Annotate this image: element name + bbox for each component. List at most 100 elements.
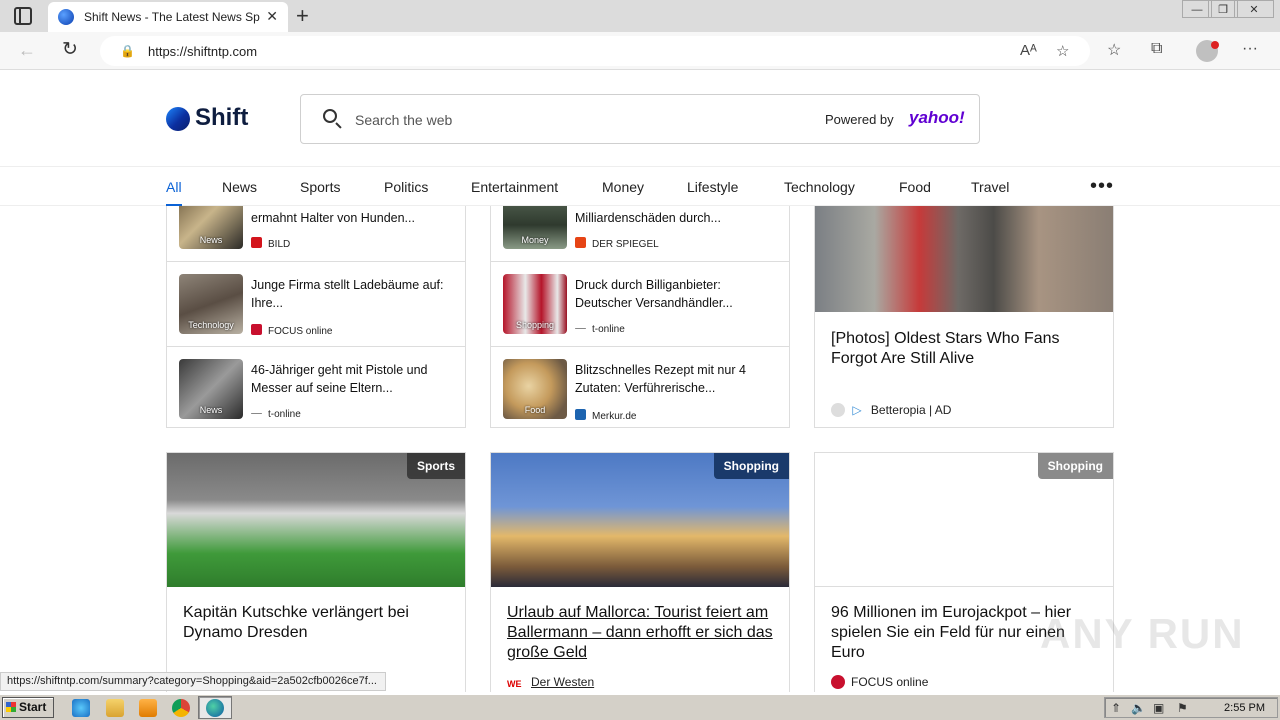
source-name: t-online	[268, 409, 301, 420]
url-text[interactable]: https://shiftntp.com	[148, 44, 257, 59]
site-favicon-icon	[58, 9, 74, 25]
nav-lifestyle[interactable]: Lifestyle	[687, 179, 738, 195]
list-item[interactable]: News ermahnt Halter von Hunden... BILD	[167, 206, 465, 262]
article-card[interactable]: Sports Kapitän Kutschke verlängert bei D…	[166, 452, 466, 692]
favorites-icon[interactable]: ☆	[1107, 40, 1121, 60]
article-title[interactable]: ermahnt Halter von Hunden...	[251, 209, 451, 227]
focus-logo-icon	[831, 675, 845, 689]
search-icon[interactable]	[323, 109, 337, 123]
address-bar: ← ↻ 🔒 https://shiftntp.com Aᴬ ☆ ☆ ⧉ ···	[0, 32, 1280, 70]
nav-politics[interactable]: Politics	[384, 179, 428, 195]
nav-travel[interactable]: Travel	[971, 179, 1009, 195]
article-thumbnail: Technology	[179, 274, 243, 334]
tab-bar: Shift News - The Latest News Spo ✕ + — ❐…	[0, 0, 1280, 32]
search-box: Powered by yahoo!	[300, 94, 980, 144]
search-input[interactable]	[355, 109, 755, 131]
edge-icon	[206, 699, 224, 717]
article-source: FOCUS online	[831, 675, 928, 689]
list-item[interactable]: Food Blitzschnelles Rezept mit nur 4 Zut…	[491, 346, 789, 431]
taskbar: Start ⇑ 🔈 ▣ ⚑ 2:55 PM	[0, 694, 1280, 720]
ad-source: ▷ Betteropia | AD	[831, 403, 951, 417]
status-bar-url: https://shiftntp.com/summary?category=Sh…	[0, 672, 386, 691]
list-item[interactable]: Shopping Druck durch Billiganbieter: Deu…	[491, 261, 789, 346]
nav-food[interactable]: Food	[899, 179, 931, 195]
article-title[interactable]: Druck durch Billiganbieter: Deutscher Ve…	[575, 276, 775, 312]
ad-title[interactable]: [Photos] Oldest Stars Who Fans Forgot Ar…	[831, 329, 1091, 369]
nav-news[interactable]: News	[222, 179, 257, 195]
list-item[interactable]: Technology Junge Firma stellt Ladebäume …	[167, 261, 465, 346]
list-item[interactable]: News 46-Jähriger geht mit Pistole und Me…	[167, 346, 465, 431]
media-player-icon[interactable]	[139, 699, 157, 717]
watermark: ANY RUN	[1040, 610, 1245, 657]
news-list-card: Money Milliardenschäden durch... DER SPI…	[490, 206, 790, 428]
adchoices-icon[interactable]: ▷	[852, 403, 861, 417]
spiegel-logo-icon	[575, 237, 586, 248]
nav-sports[interactable]: Sports	[300, 179, 340, 195]
close-tab-icon[interactable]: ✕	[266, 8, 278, 25]
refresh-icon[interactable]: ↻	[62, 38, 78, 61]
source-name: Merkur.de	[592, 411, 637, 422]
article-title[interactable]: Urlaub auf Mallorca: Tourist feiert am B…	[507, 603, 777, 663]
article-source: WE Der Westen	[507, 675, 594, 690]
article-source: DER SPIEGEL	[575, 237, 659, 250]
read-aloud-icon[interactable]: Aᴬ	[1020, 42, 1037, 59]
edge-taskbar-button[interactable]	[198, 696, 232, 719]
article-thumbnail: Food	[503, 359, 567, 419]
list-item[interactable]: Money Milliardenschäden durch... DER SPI…	[491, 206, 789, 262]
advertiser-logo-icon	[831, 403, 845, 417]
chrome-icon[interactable]	[172, 699, 190, 717]
nav-technology[interactable]: Technology	[784, 179, 855, 195]
more-categories-icon[interactable]: •••	[1090, 175, 1114, 198]
source-name: FOCUS online	[851, 675, 929, 689]
focus-logo-icon	[251, 324, 262, 335]
close-window-button[interactable]: ✕	[1234, 0, 1274, 18]
der-westen-logo-icon: WE	[507, 679, 522, 689]
folder-icon[interactable]	[106, 699, 124, 717]
article-title[interactable]: Junge Firma stellt Ladebäume auf: Ihre..…	[251, 276, 451, 312]
nav-entertainment[interactable]: Entertainment	[471, 179, 558, 195]
browser-tab[interactable]: Shift News - The Latest News Spo ✕	[48, 2, 288, 32]
volume-icon[interactable]: 🔈	[1131, 701, 1146, 715]
tab-actions-icon[interactable]	[14, 7, 32, 25]
nav-all[interactable]: All	[166, 179, 182, 195]
article-source: FOCUS online	[251, 324, 332, 337]
tab-title: Shift News - The Latest News Spo	[84, 10, 260, 24]
source-name: FOCUS online	[268, 326, 333, 337]
article-source: Merkur.de	[575, 409, 636, 422]
clock[interactable]: 2:55 PM	[1224, 702, 1265, 714]
thumbnail-tag: Food	[524, 405, 546, 415]
settings-more-icon[interactable]: ···	[1242, 40, 1258, 58]
source-name: DER SPIEGEL	[592, 239, 659, 250]
sponsored-card[interactable]: [Photos] Oldest Stars Who Fans Forgot Ar…	[814, 206, 1114, 428]
ie-icon[interactable]	[72, 699, 90, 717]
category-nav: All News Sports Politics Entertainment M…	[0, 166, 1280, 206]
nav-money[interactable]: Money	[602, 179, 644, 195]
category-badge: Shopping	[713, 453, 789, 479]
t-online-logo-icon	[575, 328, 586, 329]
network-icon[interactable]: ▣	[1153, 701, 1164, 715]
tray-expand-icon[interactable]: ⇑	[1111, 701, 1121, 715]
url-field[interactable]: 🔒 https://shiftntp.com Aᴬ ☆	[100, 36, 1090, 66]
article-card[interactable]: Shopping Urlaub auf Mallorca: Tourist fe…	[490, 452, 790, 692]
article-title[interactable]: Milliardenschäden durch...	[575, 209, 775, 227]
collections-icon[interactable]: ⧉	[1151, 40, 1162, 58]
article-thumbnail: Shopping	[503, 274, 567, 334]
article-title[interactable]: Kapitän Kutschke verlängert bei Dynamo D…	[183, 603, 453, 643]
yahoo-logo: yahoo!	[909, 108, 965, 127]
article-title[interactable]: 46-Jähriger geht mit Pistole und Messer …	[251, 361, 451, 397]
source-name: t-online	[592, 324, 625, 335]
add-favorite-icon[interactable]: ☆	[1056, 42, 1069, 60]
back-arrow-icon[interactable]: ←	[18, 40, 36, 61]
ad-image	[815, 206, 1113, 312]
article-source: BILD	[251, 237, 290, 250]
source-name[interactable]: Der Westen	[531, 675, 594, 689]
article-thumbnail: Money	[503, 206, 567, 249]
flag-icon[interactable]: ⚑	[1177, 701, 1188, 715]
logo-text: Shift	[195, 104, 249, 131]
profile-avatar[interactable]	[1196, 40, 1219, 62]
thumbnail-tag: Money	[521, 235, 549, 245]
new-tab-icon[interactable]: +	[296, 3, 309, 29]
news-list-card: News ermahnt Halter von Hunden... BILD T…	[166, 206, 466, 428]
start-button[interactable]: Start	[2, 697, 54, 718]
article-title[interactable]: Blitzschnelles Rezept mit nur 4 Zutaten:…	[575, 361, 775, 397]
